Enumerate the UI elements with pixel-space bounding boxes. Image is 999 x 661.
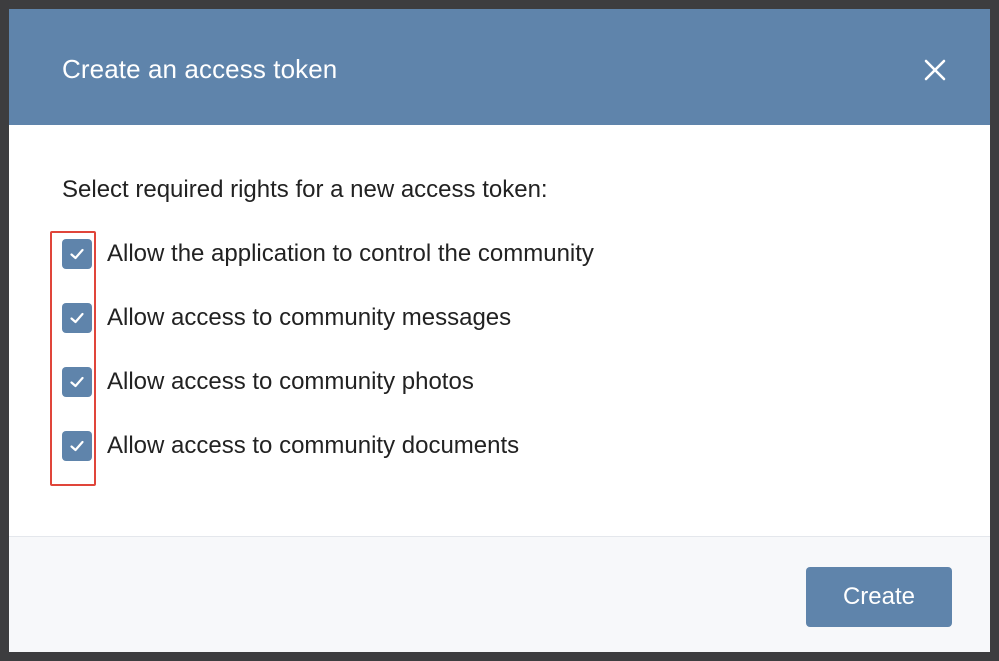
option-label: Allow access to community messages bbox=[107, 304, 512, 331]
create-button[interactable]: Create bbox=[806, 567, 952, 627]
dialog-title: Create an access token bbox=[62, 54, 338, 84]
option-control-community[interactable]: Allow the application to control the com… bbox=[62, 238, 594, 270]
option-community-documents[interactable]: Allow access to community documents bbox=[62, 430, 519, 462]
checkbox-control-community[interactable] bbox=[62, 239, 92, 269]
check-icon bbox=[70, 312, 84, 324]
option-community-messages[interactable]: Allow access to community messages bbox=[62, 302, 511, 334]
check-icon bbox=[70, 248, 84, 260]
dialog-header: Create an access token bbox=[9, 9, 990, 125]
dialog-body: Select required rights for a new access … bbox=[9, 125, 990, 536]
option-community-photos[interactable]: Allow access to community photos bbox=[62, 366, 474, 398]
option-label: Allow access to community photos bbox=[107, 368, 474, 395]
checkbox-community-documents[interactable] bbox=[62, 431, 92, 461]
checkbox-community-photos[interactable] bbox=[62, 367, 92, 397]
access-token-dialog: Create an access token Select required r… bbox=[9, 9, 990, 652]
check-icon bbox=[70, 376, 84, 388]
close-icon[interactable] bbox=[919, 54, 951, 86]
rights-prompt: Select required rights for a new access … bbox=[62, 176, 548, 203]
option-label: Allow access to community documents bbox=[107, 432, 520, 459]
checkbox-community-messages[interactable] bbox=[62, 303, 92, 333]
dialog-footer: Create bbox=[9, 536, 990, 652]
option-label: Allow the application to control the com… bbox=[107, 240, 594, 267]
check-icon bbox=[70, 440, 84, 452]
